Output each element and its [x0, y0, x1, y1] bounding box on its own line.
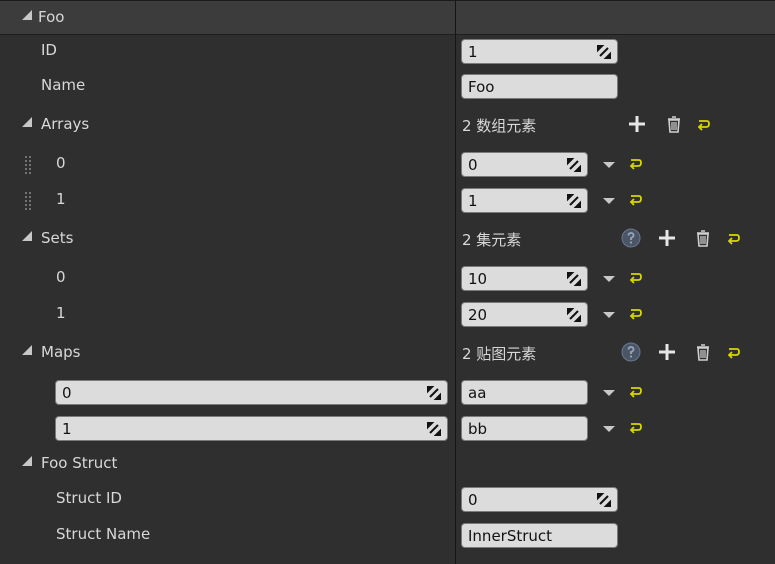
- property-label-name: Name: [41, 76, 86, 94]
- map-value-0-field[interactable]: aa: [461, 380, 588, 405]
- property-row-maps: Maps 2 贴图元素: [0, 340, 775, 368]
- property-row-name: Name Foo: [0, 73, 775, 101]
- property-label-arrays: Arrays: [41, 115, 90, 133]
- add-icon[interactable]: [657, 342, 677, 362]
- property-row-struct-name: Struct Name InnerStruct: [0, 522, 775, 550]
- expand-triangle-icon[interactable]: [22, 345, 32, 355]
- delete-icon[interactable]: [664, 114, 684, 134]
- property-label-maps: Maps: [41, 343, 81, 361]
- help-icon[interactable]: [621, 228, 641, 248]
- property-label-struct-name: Struct Name: [56, 525, 151, 543]
- dropdown-arrow-icon[interactable]: [603, 312, 615, 318]
- set-item-0-value: 10: [468, 270, 488, 288]
- sets-item-0: 0 10: [0, 265, 775, 293]
- name-value: Foo: [468, 78, 495, 96]
- property-row-struct-id: Struct ID 0: [0, 486, 775, 514]
- expand-triangle-icon[interactable]: [22, 231, 32, 241]
- expand-triangle-icon[interactable]: [22, 117, 32, 127]
- spinner-icon[interactable]: [427, 386, 441, 400]
- maps-item-1: 1 bb: [0, 415, 775, 443]
- spinner-icon[interactable]: [427, 422, 441, 436]
- dropdown-arrow-icon[interactable]: [603, 198, 615, 204]
- spinner-icon[interactable]: [567, 194, 581, 208]
- array-index-label: 0: [56, 154, 66, 172]
- property-row-arrays: Arrays 2 数组元素: [0, 112, 775, 140]
- struct-id-value: 0: [468, 491, 478, 509]
- add-icon[interactable]: [657, 228, 677, 248]
- reset-to-default-icon[interactable]: [629, 272, 643, 284]
- expand-triangle-icon[interactable]: [22, 10, 32, 20]
- details-panel: Foo ID 1 Name Foo Arrays 2 数组元素 0 0 1 1 …: [0, 0, 775, 564]
- property-row-sets: Sets 2 集元素: [0, 226, 775, 254]
- set-item-1-field[interactable]: 20: [461, 302, 588, 327]
- maps-item-0: 0 aa: [0, 379, 775, 407]
- drag-handle-icon[interactable]: [24, 191, 32, 211]
- sets-element-count: 2 集元素: [462, 231, 522, 249]
- set-item-0-field[interactable]: 10: [461, 266, 588, 291]
- name-text-field[interactable]: Foo: [461, 74, 618, 99]
- reset-to-default-icon[interactable]: [629, 386, 643, 398]
- help-icon[interactable]: [621, 342, 641, 362]
- drag-handle-icon[interactable]: [24, 155, 32, 175]
- property-label-id: ID: [41, 41, 57, 59]
- set-index-label: 0: [56, 268, 66, 286]
- reset-to-default-icon[interactable]: [629, 308, 643, 320]
- property-label-foo-struct: Foo Struct: [41, 454, 118, 472]
- array-item-1-value: 1: [468, 192, 478, 210]
- delete-icon[interactable]: [693, 342, 713, 362]
- spinner-icon[interactable]: [567, 158, 581, 172]
- dropdown-arrow-icon[interactable]: [603, 390, 615, 396]
- map-key-1-field[interactable]: 1: [55, 416, 448, 441]
- reset-to-default-icon[interactable]: [727, 233, 741, 245]
- add-icon[interactable]: [627, 114, 647, 134]
- array-item-0-value: 0: [468, 156, 478, 174]
- property-row-foo-struct: Foo Struct: [0, 451, 775, 479]
- maps-element-count: 2 贴图元素: [462, 345, 537, 363]
- reset-to-default-icon[interactable]: [697, 119, 711, 131]
- spinner-icon[interactable]: [567, 308, 581, 322]
- array-item-1-field[interactable]: 1: [461, 188, 588, 213]
- struct-name-text-field[interactable]: InnerStruct: [461, 523, 618, 548]
- spinner-icon[interactable]: [597, 45, 611, 59]
- struct-name-value: InnerStruct: [468, 527, 553, 545]
- spinner-icon[interactable]: [567, 272, 581, 286]
- map-key-0-value: 0: [62, 384, 72, 402]
- delete-icon[interactable]: [693, 228, 713, 248]
- expand-triangle-icon[interactable]: [22, 456, 32, 466]
- array-index-label: 1: [56, 190, 66, 208]
- dropdown-arrow-icon[interactable]: [603, 162, 615, 168]
- sets-item-1: 1 20: [0, 301, 775, 329]
- struct-id-number-field[interactable]: 0: [461, 487, 618, 512]
- reset-to-default-icon[interactable]: [629, 158, 643, 170]
- reset-to-default-icon[interactable]: [727, 347, 741, 359]
- map-key-0-field[interactable]: 0: [55, 380, 448, 405]
- dropdown-arrow-icon[interactable]: [603, 426, 615, 432]
- set-index-label: 1: [56, 304, 66, 322]
- set-item-1-value: 20: [468, 306, 488, 324]
- arrays-item-1: 1 1: [0, 187, 775, 215]
- reset-to-default-icon[interactable]: [629, 194, 643, 206]
- array-item-0-field[interactable]: 0: [461, 152, 588, 177]
- arrays-element-count: 2 数组元素: [462, 117, 537, 135]
- spinner-icon[interactable]: [597, 493, 611, 507]
- property-label-sets: Sets: [41, 229, 74, 247]
- map-key-1-value: 1: [62, 420, 72, 438]
- reset-to-default-icon[interactable]: [629, 422, 643, 434]
- arrays-item-0: 0 0: [0, 151, 775, 179]
- map-value-1-value: bb: [468, 420, 488, 438]
- dropdown-arrow-icon[interactable]: [603, 276, 615, 282]
- id-number-field[interactable]: 1: [461, 39, 618, 64]
- category-title: Foo: [38, 8, 65, 26]
- property-label-struct-id: Struct ID: [56, 489, 122, 507]
- category-header-foo[interactable]: Foo: [0, 0, 775, 35]
- property-row-id: ID 1: [0, 38, 775, 66]
- map-value-1-field[interactable]: bb: [461, 416, 588, 441]
- id-value: 1: [468, 43, 478, 61]
- map-value-0-value: aa: [468, 384, 487, 402]
